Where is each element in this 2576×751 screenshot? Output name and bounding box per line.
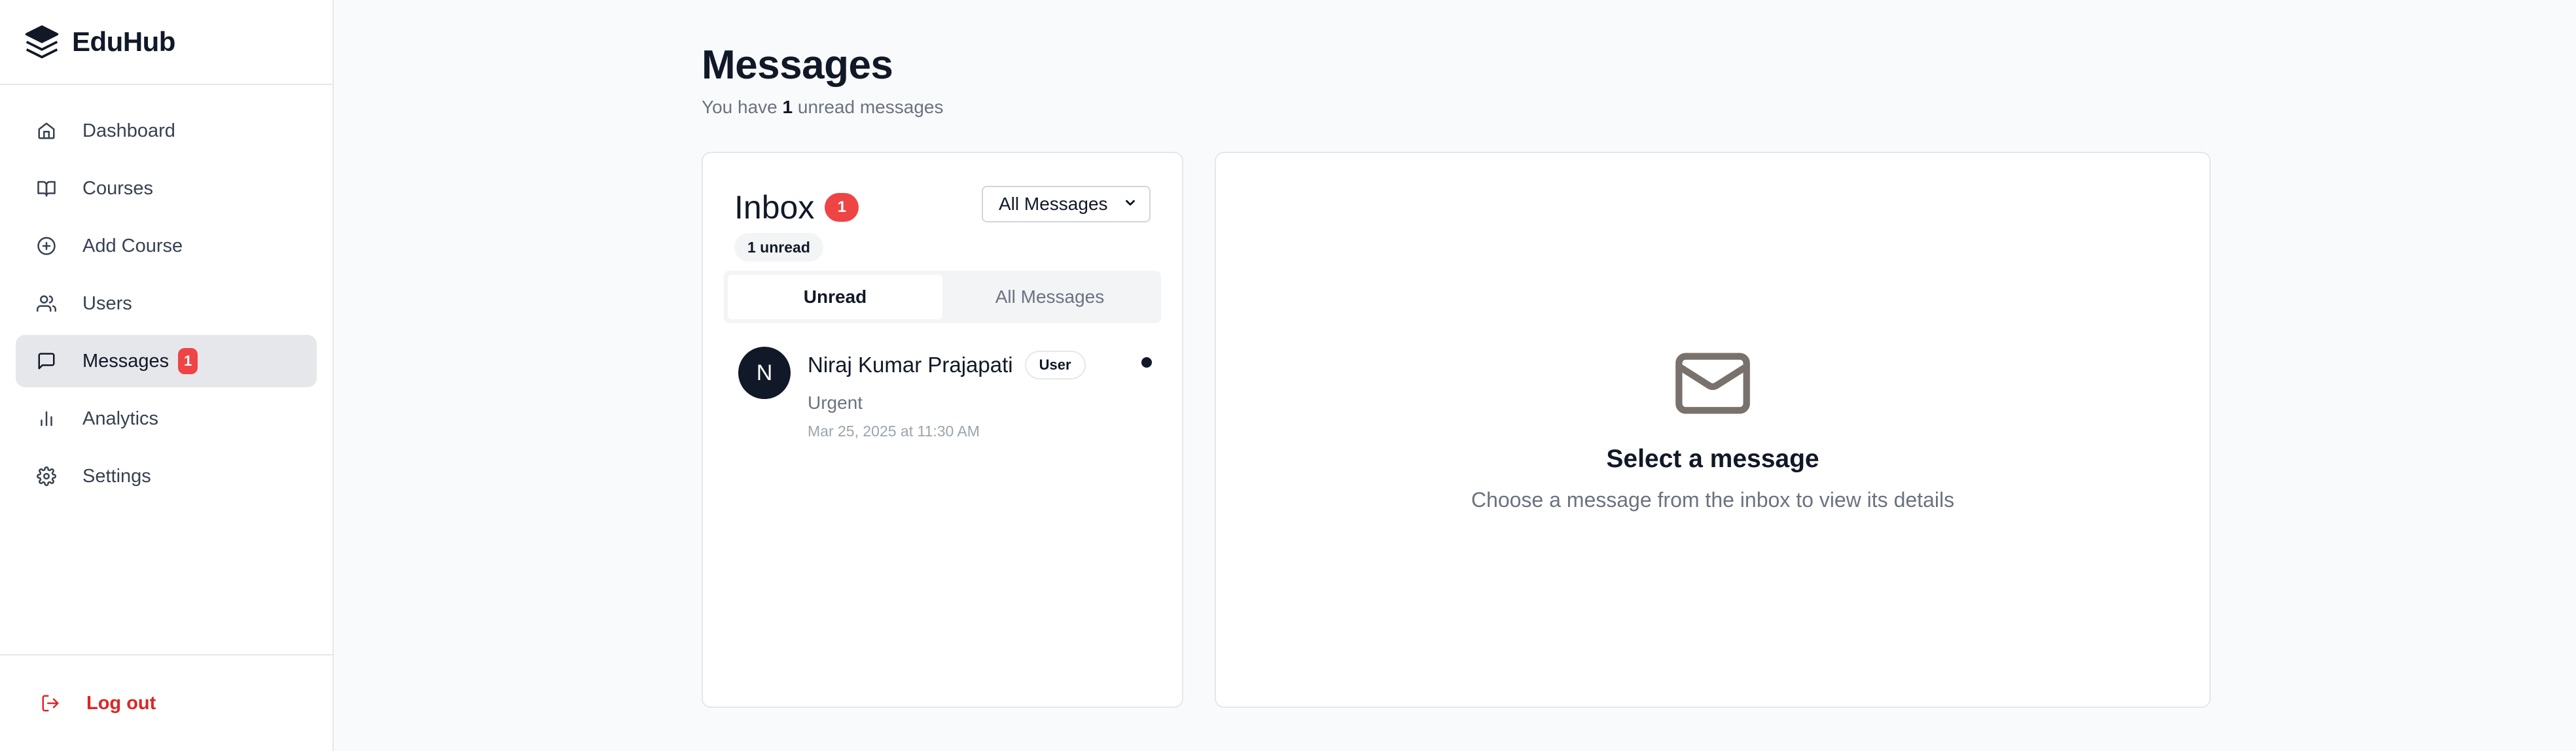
tab-unread[interactable]: Unread [728,275,942,319]
role-badge: User [1024,351,1086,379]
sidebar-item-label: Settings [82,465,151,487]
sidebar-footer: Log out [0,654,332,751]
gear-icon [35,465,58,487]
sidebar-item-analytics[interactable]: Analytics [16,393,317,445]
unread-count-badge: 1 [178,348,198,374]
message-timestamp: Mar 25, 2025 at 11:30 AM [808,423,980,440]
inbox-count-badge: 1 [825,193,859,222]
home-icon [35,120,58,142]
sidebar-item-add-course[interactable]: Add Course [16,220,317,272]
inbox-header: Inbox 1 [734,188,859,226]
log-out-icon [39,692,62,714]
mail-icon [1672,343,1753,424]
avatar: N [738,347,791,399]
page-subtitle: You have 1 unread messages [702,97,943,118]
subtitle-suffix: unread messages [797,97,944,117]
inbox-title: Inbox [734,189,815,226]
sidebar-item-messages[interactable]: Messages 1 [16,335,317,387]
sender-name: Niraj Kumar Prajapati [808,353,1013,377]
empty-state: Select a message Choose a message from t… [1216,343,2209,512]
message-filter-select[interactable]: All Messages [982,186,1151,222]
sidebar-item-label: Add Course [82,235,183,256]
tab-all-messages[interactable]: All Messages [942,275,1157,319]
subtitle-prefix: You have [702,97,778,117]
inbox-panel: Inbox 1 All Messages 1 unread Unread All… [702,152,1183,708]
sidebar-item-label: Analytics [82,408,159,429]
message-square-icon [35,350,58,372]
plus-circle-icon [35,235,58,257]
subtitle-count: 1 [782,97,793,117]
chevron-down-icon [1123,194,1137,215]
layers-icon [24,24,60,60]
inbox-tabs: Unread All Messages [724,271,1161,323]
bar-chart-icon [35,408,58,430]
sidebar-item-label: Courses [82,177,153,199]
sidebar-item-settings[interactable]: Settings [16,450,317,502]
book-icon [35,177,58,200]
sidebar-item-label: Users [82,292,132,314]
empty-state-title: Select a message [1606,445,1819,473]
sidebar: EduHub Dashboard Courses Add Course User… [0,0,334,751]
sender-row: Niraj Kumar Prajapati User [808,351,1086,379]
sidebar-item-users[interactable]: Users [16,277,317,330]
unread-count-pill: 1 unread [734,233,823,262]
empty-state-text: Choose a message from the inbox to view … [1471,488,1955,512]
sidebar-nav: Dashboard Courses Add Course Users Messa… [0,85,332,502]
message-list-item[interactable]: N Niraj Kumar Prajapati User Urgent Mar … [738,347,1157,440]
sidebar-item-label: Messages [82,350,170,372]
logout-button[interactable]: Log out [39,692,156,714]
brand[interactable]: EduHub [0,0,332,85]
sidebar-item-dashboard[interactable]: Dashboard [16,105,317,157]
page-title: Messages [702,43,893,88]
message-detail-panel: Select a message Choose a message from t… [1215,152,2211,708]
sidebar-item-courses[interactable]: Courses [16,162,317,215]
sidebar-item-label: Dashboard [82,120,175,141]
filter-selected-value: All Messages [999,194,1108,214]
app-name: EduHub [72,26,175,57]
message-subject: Urgent [808,393,863,413]
users-icon [35,292,58,315]
logout-label: Log out [86,692,156,714]
unread-indicator-dot [1141,357,1152,368]
